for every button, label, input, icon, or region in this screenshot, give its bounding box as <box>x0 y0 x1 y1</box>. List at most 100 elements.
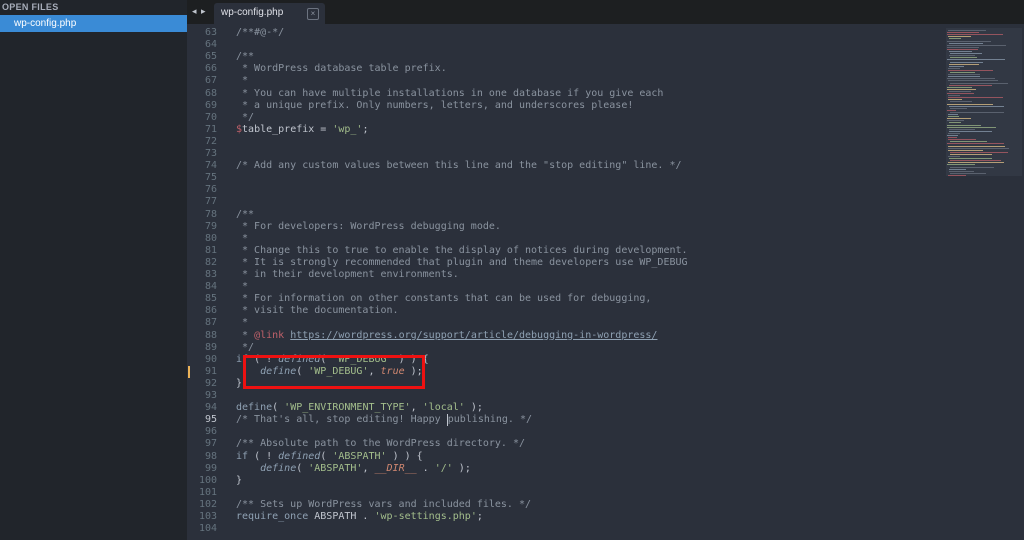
code-token: * <box>236 281 249 293</box>
line-number: 73 <box>204 148 217 159</box>
minimap-line <box>947 118 971 120</box>
minimap-line <box>949 158 992 160</box>
minimap-line <box>949 90 971 92</box>
code-line[interactable]: define( 'ABSPATH', __DIR__ . '/' ); <box>236 463 471 475</box>
line-number: 80 <box>204 232 217 244</box>
minimap-line <box>948 36 971 38</box>
code-token: */ <box>236 341 255 353</box>
code-line[interactable]: */ <box>236 342 254 354</box>
sidebar-file-wp-config[interactable]: wp-config.php <box>0 15 187 32</box>
minimap-line <box>948 145 1005 147</box>
modified-line-marker <box>188 365 190 378</box>
code-line[interactable]: $table_prefix = 'wp_'; <box>236 124 368 136</box>
code-token: 'ABSPATH' <box>332 450 387 462</box>
code-line[interactable]: * in their development environments. <box>236 269 459 281</box>
code-token: require_once <box>236 511 309 522</box>
code-token: ABSPATH . <box>308 511 375 522</box>
code-line[interactable]: * a unique prefix. Only numbers, letters… <box>236 100 633 112</box>
minimap-line <box>948 80 998 82</box>
code-token: publishing. */ <box>447 414 533 426</box>
minimap-line <box>950 141 987 143</box>
code-token: * For developers: WordPress debugging mo… <box>236 220 501 232</box>
line-number-gutter: 63 64 65 66 67 68 69 70 71 72 73 74 75 76 77 78 79 80 81 82… <box>187 24 223 540</box>
code-token: , <box>362 462 375 474</box>
code-editor[interactable]: 63 64 65 66 67 68 69 70 71 72 73 74 75 76 77 78 79 80 81 82… <box>187 24 942 540</box>
minimap-line <box>950 61 983 63</box>
code-line[interactable]: /** <box>236 209 254 221</box>
code-token: /* That's all, stop editing! Happy <box>236 414 447 426</box>
code-line[interactable]: /** <box>236 51 254 63</box>
code-token: if <box>236 450 249 462</box>
code-token: defined <box>278 450 321 462</box>
code-line[interactable]: * Change this to true to enable the disp… <box>236 245 688 257</box>
code-token: ; <box>476 511 483 522</box>
code-token: 'ABSPATH' <box>308 462 363 474</box>
minimap-line <box>950 101 972 103</box>
line-number: 85 <box>204 293 217 305</box>
line-number: 91 <box>204 365 217 377</box>
code-line[interactable]: require_once ABSPATH . 'wp-settings.php'… <box>236 511 483 523</box>
minimap-line <box>947 48 978 50</box>
line-number: 92 <box>204 377 217 389</box>
tab-bar: ◂ ▸ wp-config.php × <box>187 0 1024 24</box>
minimap-line <box>948 132 960 134</box>
code-line[interactable]: * For information on other constants tha… <box>236 293 651 305</box>
code-line[interactable]: * You can have multiple installations in… <box>236 88 663 100</box>
code-line[interactable]: /** Absolute path to the WordPress direc… <box>236 438 525 450</box>
minimap-line <box>948 174 966 176</box>
code-token: ( <box>296 462 309 474</box>
line-number: 64 <box>204 39 217 51</box>
code-line[interactable]: * <box>236 75 248 87</box>
minimap-line <box>947 46 979 48</box>
code-token: define <box>236 402 273 414</box>
wp-debug-highlight-box <box>243 355 425 389</box>
minimap-line <box>949 128 975 130</box>
tab-label: wp-config.php <box>221 7 284 18</box>
code-line[interactable]: define( 'WP_ENVIRONMENT_TYPE', 'local' )… <box>236 402 483 414</box>
line-number: 97 <box>204 438 217 450</box>
tab-wp-config[interactable]: wp-config.php × <box>214 3 325 24</box>
code-line[interactable]: * <box>236 233 248 245</box>
code-line[interactable]: * <box>236 281 248 293</box>
code-line[interactable]: * It is strongly recommended that plugin… <box>236 257 688 269</box>
minimap-line <box>949 51 972 52</box>
line-number: 93 <box>204 390 217 401</box>
code-line[interactable]: * <box>236 317 248 329</box>
code-token: 'wp-settings.php' <box>374 511 477 522</box>
code-token: * visit the documentation. <box>236 305 399 317</box>
close-icon[interactable]: × <box>307 8 319 20</box>
line-number: 75 <box>204 172 217 184</box>
code-line[interactable]: /** Sets up WordPress vars and included … <box>236 499 531 511</box>
code-line[interactable]: if ( ! defined( 'ABSPATH' ) ) { <box>236 451 423 463</box>
code-token: ); <box>464 402 483 414</box>
minimap-line <box>949 168 966 170</box>
minimap-line <box>947 40 991 42</box>
minimap-line <box>948 114 958 115</box>
minimap-line <box>948 99 962 101</box>
code-line[interactable]: /* Add any custom values between this li… <box>236 160 682 172</box>
minimap-line <box>950 57 977 59</box>
line-number: 101 <box>198 486 217 498</box>
code-line[interactable]: * WordPress database table prefix. <box>236 63 447 75</box>
tab-nav-arrows-icon[interactable]: ◂ ▸ <box>192 6 207 17</box>
line-number: 66 <box>204 63 217 75</box>
code-line[interactable]: } <box>236 475 242 487</box>
code-line[interactable]: } <box>236 378 242 390</box>
minimap-line <box>947 32 979 34</box>
code-line[interactable]: /**#@-*/ <box>236 27 284 39</box>
line-number: 69 <box>204 99 217 111</box>
minimap-line <box>947 86 972 88</box>
line-number: 100 <box>198 474 217 486</box>
minimap-line <box>950 72 975 73</box>
code-line[interactable]: * For developers: WordPress debugging mo… <box>236 221 501 233</box>
line-number: 76 <box>204 184 217 196</box>
code-line[interactable]: * @link https://wordpress.org/support/ar… <box>236 330 657 342</box>
code-line[interactable]: * visit the documentation. <box>236 305 399 317</box>
code-line[interactable]: /* That's all, stop editing! Happy publi… <box>236 414 533 427</box>
minimap[interactable] <box>942 24 1024 540</box>
minimap-line <box>948 67 960 69</box>
code-line[interactable]: */ <box>236 112 254 124</box>
minimap-line <box>947 126 996 128</box>
minimap-line <box>949 170 974 172</box>
